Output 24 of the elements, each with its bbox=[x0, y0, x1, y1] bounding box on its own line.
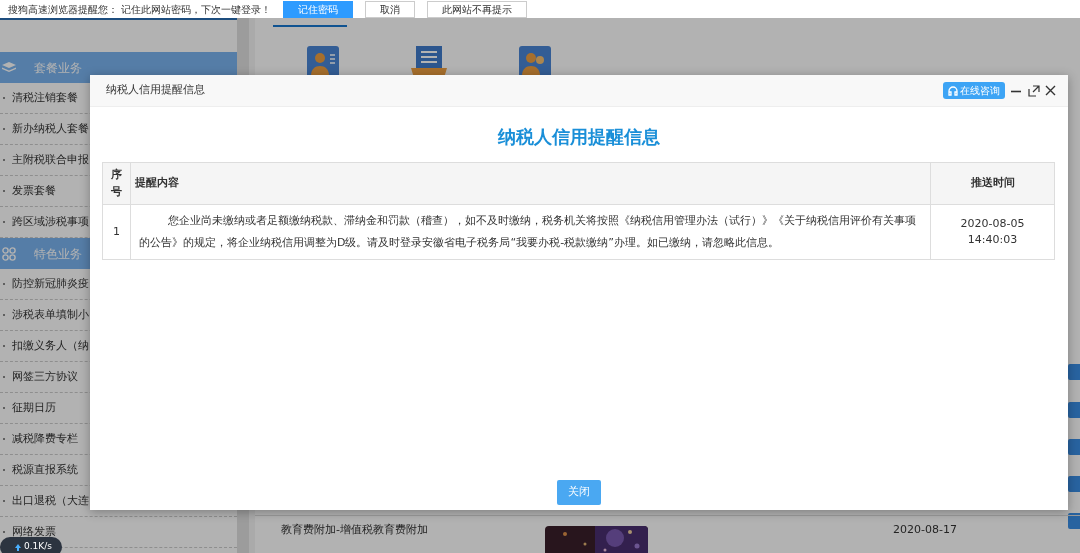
users-icon[interactable] bbox=[519, 46, 551, 78]
table-cell: 2020-08-05 14:40:03 bbox=[930, 204, 1055, 260]
column-header: 推送时间 bbox=[930, 162, 1055, 205]
dialog-heading: 纳税人信用提醒信息 bbox=[496, 125, 661, 149]
dialog-title: 纳税人信用提醒信息 bbox=[106, 82, 206, 99]
prompt-button[interactable]: 此网站不再提示 bbox=[427, 0, 528, 18]
upload-arrow-icon bbox=[15, 543, 21, 551]
consult-button[interactable]: 在线咨询 bbox=[942, 82, 1005, 99]
column-header: 序号 bbox=[102, 162, 131, 205]
layers-icon bbox=[2, 61, 16, 74]
column-header: 提醒内容 bbox=[130, 162, 931, 205]
table-cell: 1 bbox=[102, 204, 131, 260]
prompt-button[interactable]: 记住密码 bbox=[283, 0, 354, 18]
close-icon[interactable] bbox=[1045, 85, 1056, 96]
table-cell: 2020-08-17 bbox=[893, 522, 957, 539]
prompt-button[interactable]: 取消 bbox=[365, 0, 416, 18]
grid-icon bbox=[2, 246, 16, 261]
close-button[interactable]: 关闭 bbox=[557, 480, 601, 505]
table-cell: 教育费附加-增值税教育费附加 bbox=[281, 522, 428, 539]
maximize-icon[interactable] bbox=[1027, 84, 1040, 97]
headset-icon bbox=[947, 85, 958, 96]
id-card-icon[interactable] bbox=[307, 46, 339, 78]
table-cell: 您企业尚未缴纳或者足额缴纳税款、滞纳金和罚款（稽查），如不及时缴纳，税务机关将按照《纳税信用管理办法（试行）》《关于纳税信用评价有关事项的公告》的规定，将企业纳税信用调整为D级。请及时登录安徽省电子税务局“我要办税-税款缴纳”办理。如已缴纳，请忽略此信息。 bbox=[130, 204, 931, 260]
prompt-message: 搜狗高速浏览器提醒您： 记住此网站密码，下次一键登录！ bbox=[8, 2, 272, 17]
